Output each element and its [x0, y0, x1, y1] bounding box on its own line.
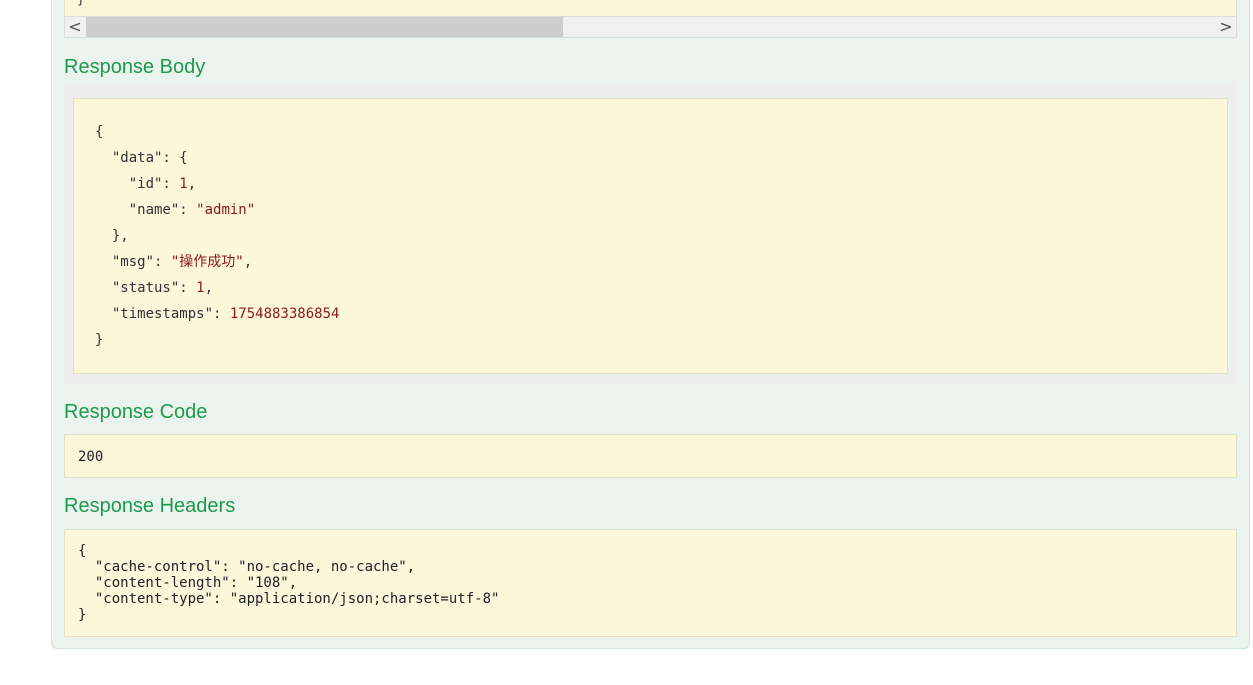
response-headers-heading: Response Headers — [64, 495, 236, 517]
json-line: "msg": "操作成功", — [95, 249, 1227, 275]
json-number: 1 — [179, 176, 188, 192]
json-key: "id": — [95, 176, 180, 192]
code-fragment: } — [77, 0, 85, 7]
json-key: "timestamps": — [95, 306, 230, 322]
scrollbar-thumb[interactable] — [86, 17, 563, 37]
response-body-code: { "data": { "id": 1, "name": "admin" }, … — [73, 98, 1228, 374]
json-string: "操作成功" — [170, 254, 244, 270]
response-code-value: 200 — [64, 434, 1237, 478]
json-key: "msg": — [95, 254, 171, 270]
json-line: "data": { — [95, 145, 1227, 171]
response-code-heading: Response Code — [64, 401, 208, 423]
json-line: "status": 1, — [95, 275, 1227, 301]
scroll-left-arrow-icon[interactable]: < — [65, 17, 85, 37]
json-string: "admin" — [196, 202, 256, 218]
response-body-container: { "data": { "id": 1, "name": "admin" }, … — [64, 83, 1237, 383]
json-line: }, — [95, 223, 1227, 249]
json-key: "data": — [95, 150, 180, 166]
header-line: "content-length": "108", — [78, 575, 298, 591]
json-number: 1754883386854 — [229, 306, 340, 322]
json-punct: , — [204, 280, 214, 296]
request-url-code-block: } — [64, 0, 1237, 16]
json-line: } — [95, 327, 1227, 353]
header-line: } — [78, 607, 87, 623]
json-text: } — [95, 332, 104, 348]
json-line: "id": 1, — [95, 171, 1227, 197]
response-headers-code: { "cache-control": "no-cache, no-cache",… — [64, 529, 1237, 637]
header-line: "cache-control": "no-cache, no-cache", — [78, 559, 416, 575]
response-body-heading: Response Body — [64, 56, 206, 78]
json-punct: , — [187, 176, 197, 192]
json-number: 1 — [196, 280, 205, 296]
json-key: "status": — [95, 280, 197, 296]
scroll-right-arrow-icon[interactable]: > — [1216, 17, 1236, 37]
json-line: "timestamps": 1754883386854 — [95, 301, 1227, 327]
horizontal-scrollbar[interactable]: < > — [64, 16, 1237, 38]
json-punct: , — [243, 254, 253, 270]
json-line: { — [95, 119, 1227, 145]
json-line: "name": "admin" — [95, 197, 1227, 223]
header-line: "content-type": "application/json;charse… — [78, 591, 500, 607]
json-text: }, — [95, 228, 129, 244]
json-punct: { — [179, 150, 188, 166]
json-key: "name": — [95, 202, 197, 218]
header-line: { — [78, 543, 87, 559]
json-text: { — [95, 124, 104, 140]
